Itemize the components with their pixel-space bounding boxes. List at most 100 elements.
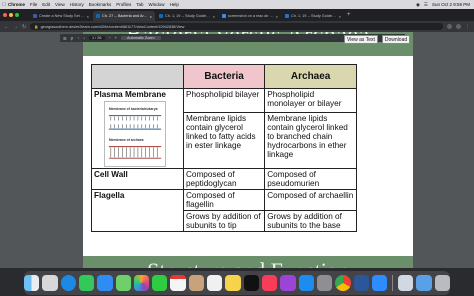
close-tab-icon[interactable]: × xyxy=(150,14,152,19)
prev-page-icon[interactable]: ↑ xyxy=(77,36,79,40)
app-store-icon[interactable] xyxy=(298,275,314,291)
reminders-icon[interactable] xyxy=(207,275,223,291)
cell-archaea: Phospholipid monolayer or bilayer xyxy=(264,87,357,114)
pdf-actions: View as Text Download xyxy=(344,35,411,44)
menu-history[interactable]: History xyxy=(70,2,84,7)
messages-icon[interactable] xyxy=(78,275,95,291)
cell-bacteria: Grows by addition of subunits to tip xyxy=(182,210,266,232)
close-tab-icon[interactable]: × xyxy=(213,14,215,19)
apple-menu-icon[interactable]:  xyxy=(0,2,8,8)
search-icon[interactable]: ⚲ xyxy=(70,36,73,41)
table-header-row: Bacteria Archaea xyxy=(91,64,357,89)
zoom-window-button[interactable] xyxy=(15,13,19,17)
close-window-button[interactable] xyxy=(3,13,7,17)
finder-icon[interactable] xyxy=(23,275,40,291)
next-slide-title: Structure and Function xyxy=(83,258,413,268)
membrane-diagram: Membrane of bacteria/eukarya Membrane of… xyxy=(104,101,166,167)
reload-icon[interactable]: ↻ xyxy=(22,24,26,30)
menu-tab[interactable]: Tab xyxy=(136,2,143,7)
address-bar[interactable]: 🔒 georgiasouthern.desire2learn.com/d2l/l… xyxy=(30,23,443,30)
menu-kebab-icon[interactable]: ⋮ xyxy=(465,24,470,30)
header-bacteria: Bacteria xyxy=(182,64,266,89)
menu-edit[interactable]: Edit xyxy=(42,2,50,7)
music-icon[interactable] xyxy=(262,275,278,291)
cell-bacteria: Phospholipid bilayer xyxy=(182,87,266,114)
wifi-icon[interactable]: ◉ xyxy=(416,2,420,8)
facetime-icon[interactable] xyxy=(152,275,168,291)
close-tab-icon[interactable]: × xyxy=(276,14,278,19)
dock xyxy=(23,271,451,295)
tab-bacteria-archaea[interactable]: Ch. 27 -- Bacteria and Archae... × xyxy=(93,11,155,21)
download-button[interactable]: Download xyxy=(381,35,411,44)
menu-profiles[interactable]: Profiles xyxy=(116,2,131,7)
row-label-plasma-membrane: Plasma Membrane Membrane of bacteria/euk… xyxy=(91,88,184,169)
menu-bookmarks[interactable]: Bookmarks xyxy=(89,2,112,7)
quizlet-favicon-icon xyxy=(33,14,37,18)
mail-icon[interactable] xyxy=(97,275,113,291)
tab-title: screenshot on a mac air - Go... xyxy=(228,14,274,18)
back-icon[interactable]: ← xyxy=(4,24,9,30)
downloads-icon[interactable] xyxy=(416,275,432,291)
pdf-page: Bacteria versus Archaea Bacteria Archaea… xyxy=(83,32,413,268)
row-label-text: Plasma Membrane xyxy=(94,90,166,99)
google-favicon-icon xyxy=(222,14,226,18)
pdf-viewer: ☰ ⚲ ↑ ↓ 1 / 26 − + Automatic Zoom View a… xyxy=(0,32,474,268)
menu-view[interactable]: View xyxy=(55,2,65,7)
tv-icon[interactable] xyxy=(243,275,259,291)
podcasts-icon[interactable] xyxy=(280,275,296,291)
next-page-icon[interactable]: ↓ xyxy=(83,36,85,40)
cell-bacteria: Composed of peptidoglycan xyxy=(182,168,266,190)
tab-quizlet[interactable]: Create a New Study Set | Qui... × xyxy=(30,11,92,21)
extension-icon[interactable] xyxy=(447,24,452,29)
notes-icon[interactable] xyxy=(225,275,241,291)
diagram-label-bacteria: Membrane of bacteria/eukarya xyxy=(109,107,158,111)
row-label-flagella: Flagella xyxy=(91,189,184,232)
menu-help[interactable]: Help xyxy=(170,2,179,7)
new-tab-icon[interactable]: + xyxy=(347,12,351,18)
lock-icon[interactable]: 🔒 xyxy=(34,25,38,29)
control-center-icon[interactable]: ☰ xyxy=(424,2,428,8)
contacts-icon[interactable] xyxy=(188,275,205,291)
safari-icon[interactable] xyxy=(60,275,76,291)
zoom-select[interactable]: Automatic Zoom xyxy=(120,36,161,40)
page-indicator[interactable]: 1 / 26 xyxy=(89,36,105,40)
cell-bacteria: Composed of flagellin xyxy=(182,189,266,211)
launchpad-icon[interactable] xyxy=(42,275,58,291)
tab-study-guide[interactable]: Ch. 1, 19 -- Study Guide - Fall... × xyxy=(156,11,218,21)
menubar-clock[interactable]: Sun Oct 2 9:59 PM xyxy=(432,2,470,7)
table-row: Flagella Composed of flagellin Composed … xyxy=(91,189,357,232)
photos-icon[interactable] xyxy=(133,275,150,291)
tab-google-docs[interactable]: Ch. 1, 19 -- Study Guide - Go... × xyxy=(282,11,344,21)
zoom-out-icon[interactable]: − xyxy=(109,36,111,40)
maps-icon[interactable] xyxy=(115,275,131,291)
close-tab-icon[interactable]: × xyxy=(87,14,89,19)
table-row: Cell Wall Composed of peptidoglycan Comp… xyxy=(91,168,357,190)
zoom-icon[interactable] xyxy=(371,275,388,291)
minimize-window-button[interactable] xyxy=(9,13,13,17)
sidebar-toggle-icon[interactable]: ☰ xyxy=(63,36,66,41)
comparison-table: Bacteria Archaea Plasma Membrane Membran… xyxy=(91,64,357,232)
calendar-icon[interactable] xyxy=(170,275,186,291)
chrome-icon[interactable] xyxy=(335,275,351,291)
view-as-text-button[interactable]: View as Text xyxy=(344,35,378,44)
menu-file[interactable]: File xyxy=(30,2,37,7)
preview-icon[interactable] xyxy=(398,275,414,291)
row-label-cell-wall: Cell Wall xyxy=(91,168,184,190)
toolbar: ← → ↻ 🔒 georgiasouthern.desire2learn.com… xyxy=(0,21,474,32)
cell-bacteria: Membrane lipids contain glycerol linked … xyxy=(182,112,266,169)
header-archaea: Archaea xyxy=(264,64,357,89)
settings-icon[interactable] xyxy=(316,275,333,291)
menu-window[interactable]: Window xyxy=(149,2,165,7)
profile-avatar-icon[interactable] xyxy=(456,24,461,29)
docs-favicon-icon xyxy=(285,14,289,18)
dock-separator xyxy=(392,275,394,291)
url-text[interactable]: georgiasouthern.desire2learn.com/d2l/le/… xyxy=(41,25,185,29)
close-tab-icon[interactable]: × xyxy=(339,14,341,19)
word-icon[interactable] xyxy=(353,275,369,291)
trash-icon[interactable] xyxy=(434,275,451,291)
d2l-favicon-icon xyxy=(159,14,163,18)
forward-icon[interactable]: → xyxy=(13,24,18,30)
tab-google-search[interactable]: screenshot on a mac air - Go... × xyxy=(219,11,281,21)
menu-app-name[interactable]: Chrome xyxy=(8,2,25,7)
zoom-in-icon[interactable]: + xyxy=(115,36,117,40)
